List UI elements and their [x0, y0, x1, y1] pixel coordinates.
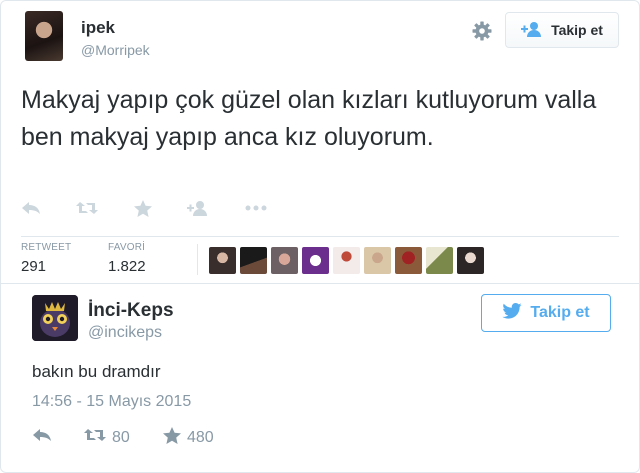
favorite-count: 480: [187, 429, 214, 446]
favoriter-avatars: [209, 247, 484, 274]
favorite-stat-count[interactable]: 1.822: [108, 258, 146, 275]
quote-tweet-text: bakın bu dramdır: [32, 362, 161, 381]
favoriter-avatar[interactable]: [333, 247, 360, 274]
favoriter-avatar[interactable]: [426, 247, 453, 274]
follow-person-icon[interactable]: [187, 200, 209, 216]
quote-timestamp[interactable]: 14:56 - 15 Mayıs 2015: [32, 393, 191, 411]
follow-button[interactable]: Takip et: [505, 12, 619, 48]
user-name[interactable]: ipek: [81, 18, 115, 38]
quote-retweet-action[interactable]: 80: [84, 427, 130, 448]
retweet-icon: [84, 427, 106, 448]
divider: [1, 283, 639, 284]
quote-follow-label: Takip et: [530, 304, 590, 321]
favoriter-avatar[interactable]: [302, 247, 329, 274]
tweet-card: ipek @Morripek Takip et Makyaj yapıp çok…: [0, 0, 640, 473]
reply-icon[interactable]: [21, 200, 41, 216]
retweet-stat-count[interactable]: 291: [21, 258, 46, 275]
tweet-text: Makyaj yapıp çok güzel olan kızları kutl…: [21, 86, 597, 151]
retweet-icon[interactable]: [76, 200, 98, 216]
retweet-stat-label: RETWEET: [21, 242, 72, 253]
user-handle[interactable]: @Morripek: [81, 42, 150, 58]
gear-icon[interactable]: [471, 20, 493, 42]
avatar-inci-keps[interactable]: [32, 295, 78, 341]
retweet-count: 80: [112, 428, 130, 446]
favoriter-avatar[interactable]: [209, 247, 236, 274]
follow-person-icon: [521, 21, 543, 40]
quote-favorite-action[interactable]: 480: [163, 427, 214, 449]
quote-user-handle[interactable]: @incikeps: [88, 324, 162, 342]
more-icon[interactable]: [245, 205, 267, 211]
quote-user-name[interactable]: İnci-Keps: [88, 300, 174, 322]
divider: [197, 244, 198, 275]
star-icon: [163, 427, 181, 449]
avatar-ipek[interactable]: [25, 11, 63, 61]
divider: [21, 236, 619, 237]
twitter-bird-icon: [502, 302, 522, 324]
favoriter-avatar[interactable]: [364, 247, 391, 274]
favorite-stat-label: FAVORİ: [108, 242, 146, 253]
follow-button-label: Takip et: [551, 22, 603, 38]
quote-follow-button[interactable]: Takip et: [481, 294, 611, 332]
favoriter-avatar[interactable]: [395, 247, 422, 274]
favoriter-avatar[interactable]: [457, 247, 484, 274]
star-icon[interactable]: [134, 199, 152, 217]
favoriter-avatar[interactable]: [240, 247, 267, 274]
favoriter-avatar[interactable]: [271, 247, 298, 274]
reply-icon[interactable]: [32, 427, 52, 443]
